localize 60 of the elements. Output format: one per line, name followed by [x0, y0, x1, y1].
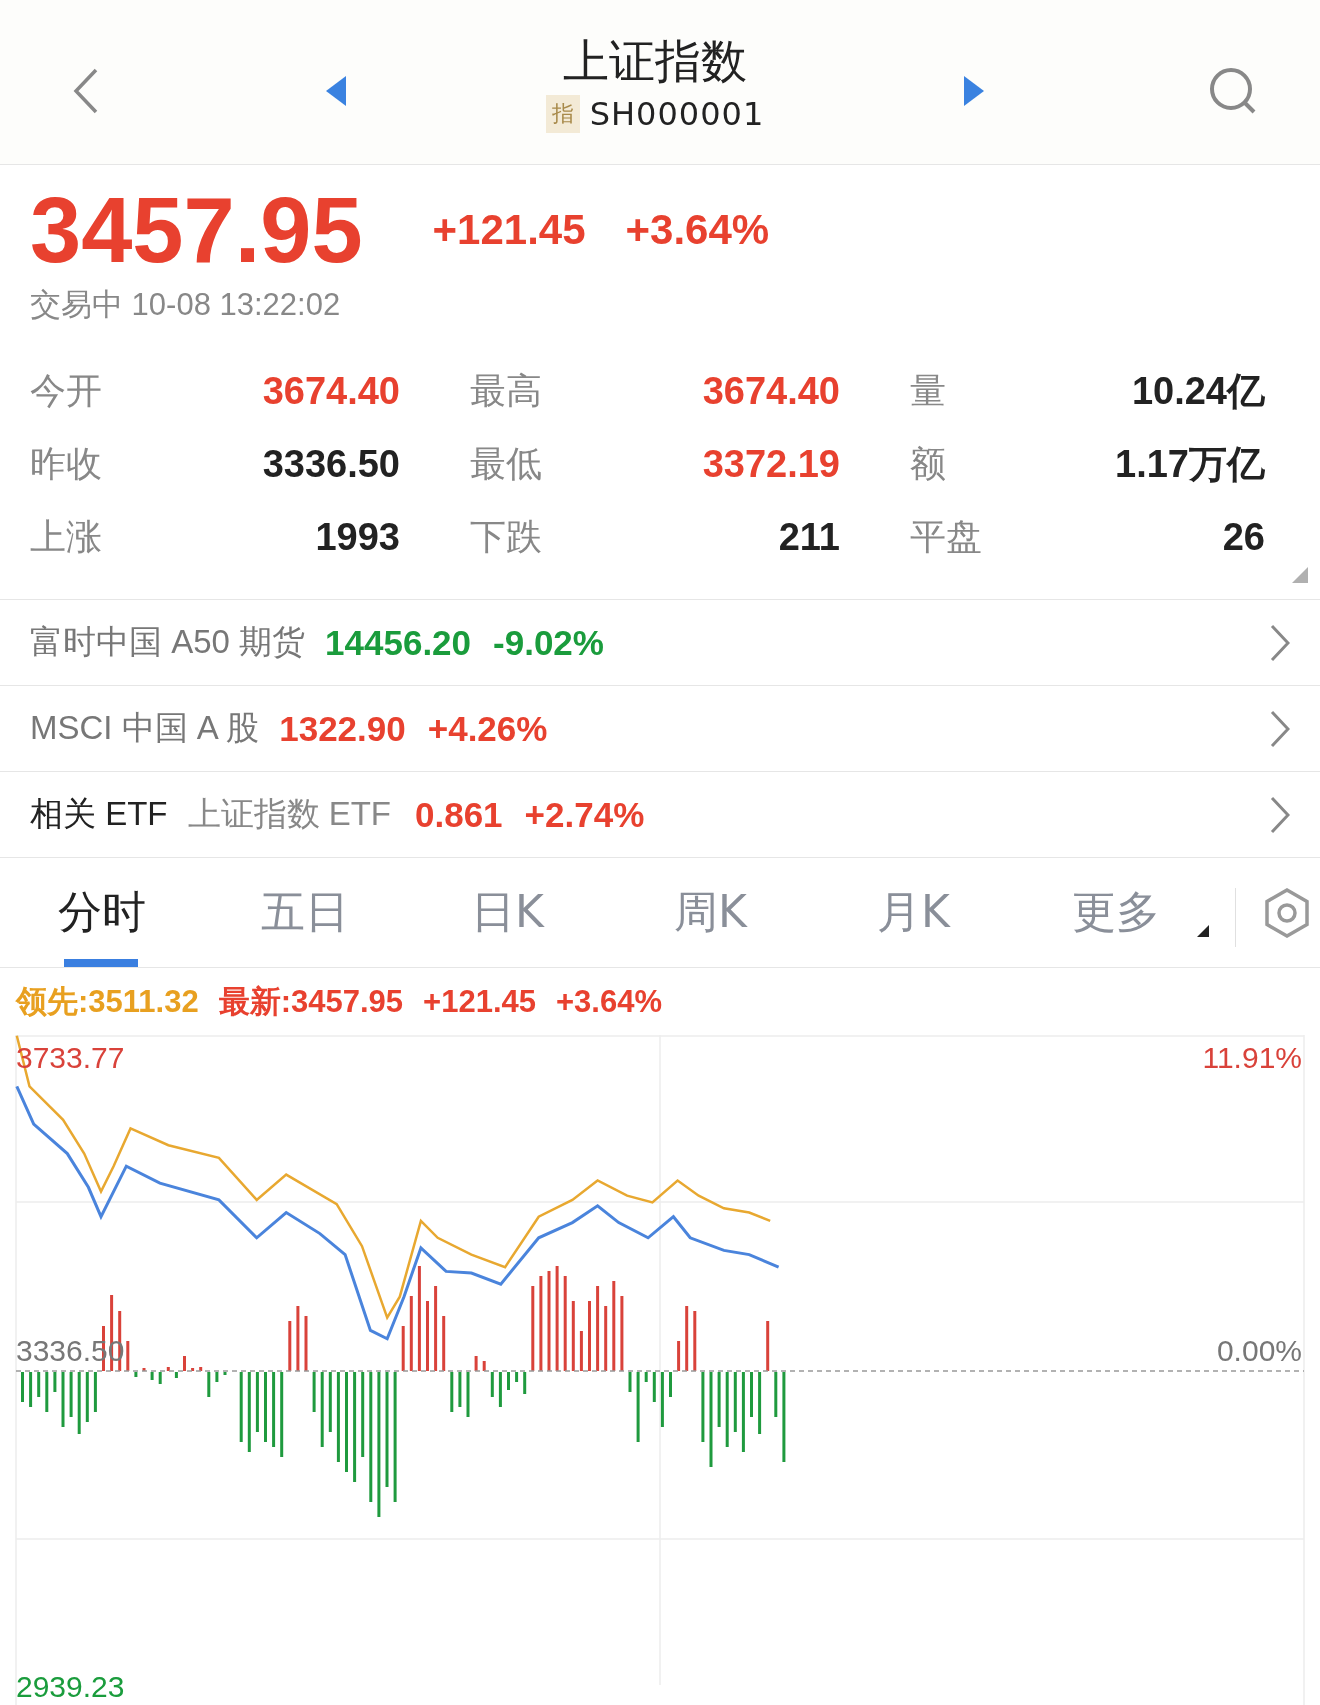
stat-value: 3674.40 — [702, 370, 840, 413]
zero-percent-label: 0.00% — [1216, 1334, 1302, 1367]
stat-value: 3674.40 — [262, 370, 400, 413]
price-change: +121.45 — [432, 206, 586, 254]
chevron-right-icon — [1270, 623, 1290, 662]
chart-legend-value: 领先:3511.32 — [16, 982, 199, 1021]
stat-value: 211 — [778, 516, 840, 559]
quote-change: +2.74% — [524, 794, 645, 835]
period-tab[interactable]: 更多 — [1015, 858, 1235, 967]
period-tab[interactable]: 分时 — [0, 858, 203, 967]
chevron-right-icon — [1270, 795, 1290, 834]
related-quote-row[interactable]: MSCI 中国 A 股 1322.90 +4.26% — [0, 686, 1320, 772]
stat-value: 3372.19 — [702, 443, 840, 486]
period-tab[interactable]: 五日 — [203, 858, 406, 967]
stat-value: 3336.50 — [262, 443, 400, 486]
axis-max-percent: 11.91% — [1202, 1041, 1302, 1074]
stat-value: 10.24亿 — [1131, 369, 1265, 414]
quote-name: MSCI 中国 A 股 — [30, 708, 260, 748]
stat-label: 量 — [910, 369, 946, 413]
chart-legend-value: +121.45 — [423, 983, 536, 1020]
period-tab[interactable]: 月K — [812, 858, 1015, 967]
page-title: 上证指数 — [563, 33, 747, 90]
chevron-right-icon — [1270, 709, 1290, 748]
previous-triangle-icon[interactable] — [324, 74, 348, 108]
period-tab[interactable]: 日K — [406, 858, 609, 967]
quote-value: 14456.20 — [325, 622, 472, 663]
expand-corner-icon[interactable] — [1292, 567, 1308, 583]
percent-change: +3.64% — [625, 206, 770, 254]
fund-name: 上证指数 ETF — [187, 794, 391, 834]
stock-code: SH000001 — [589, 95, 765, 133]
quote-value: 1322.90 — [279, 708, 406, 749]
chart-legend-value: +3.64% — [556, 983, 662, 1020]
related-quote-row[interactable]: 富时中国 A50 期货 14456.20 -9.02% — [0, 600, 1320, 686]
stat-value: 26 — [1222, 516, 1265, 559]
quote-name: 相关 ETF — [30, 794, 168, 834]
stat-label: 下跌 — [470, 515, 542, 559]
stat-value: 1993 — [315, 516, 400, 559]
caret-icon — [1197, 925, 1209, 937]
quote-change: +4.26% — [427, 708, 548, 749]
chart-legend-value: 最新:3457.95 — [218, 982, 404, 1021]
settings-icon[interactable] — [1264, 887, 1310, 938]
period-tab[interactable]: 周K — [609, 858, 812, 967]
current-price: 3457.95 — [30, 177, 363, 283]
axis-min-label: 2939.23 — [16, 1670, 125, 1703]
stat-label: 今开 — [30, 369, 102, 413]
stat-label: 平盘 — [910, 515, 982, 559]
stat-label: 最低 — [470, 442, 542, 486]
stat-value: 1.17万亿 — [1115, 442, 1265, 487]
index-badge: 指 — [545, 95, 580, 133]
stat-label: 昨收 — [30, 442, 102, 486]
related-quote-row[interactable]: 相关 ETF 上证指数 ETF 0.861 +2.74% — [0, 772, 1320, 858]
quote-value: 0.861 — [415, 794, 503, 835]
stat-label: 额 — [910, 442, 946, 486]
search-icon[interactable] — [1208, 66, 1258, 116]
next-triangle-icon[interactable] — [962, 74, 986, 108]
trading-status: 交易中 10-08 13:22:02 — [30, 286, 342, 324]
quote-change: -9.02% — [493, 622, 604, 663]
quote-name: 富时中国 A50 期货 — [30, 622, 306, 662]
stat-label: 最高 — [470, 369, 542, 413]
stat-label: 上涨 — [30, 515, 102, 559]
